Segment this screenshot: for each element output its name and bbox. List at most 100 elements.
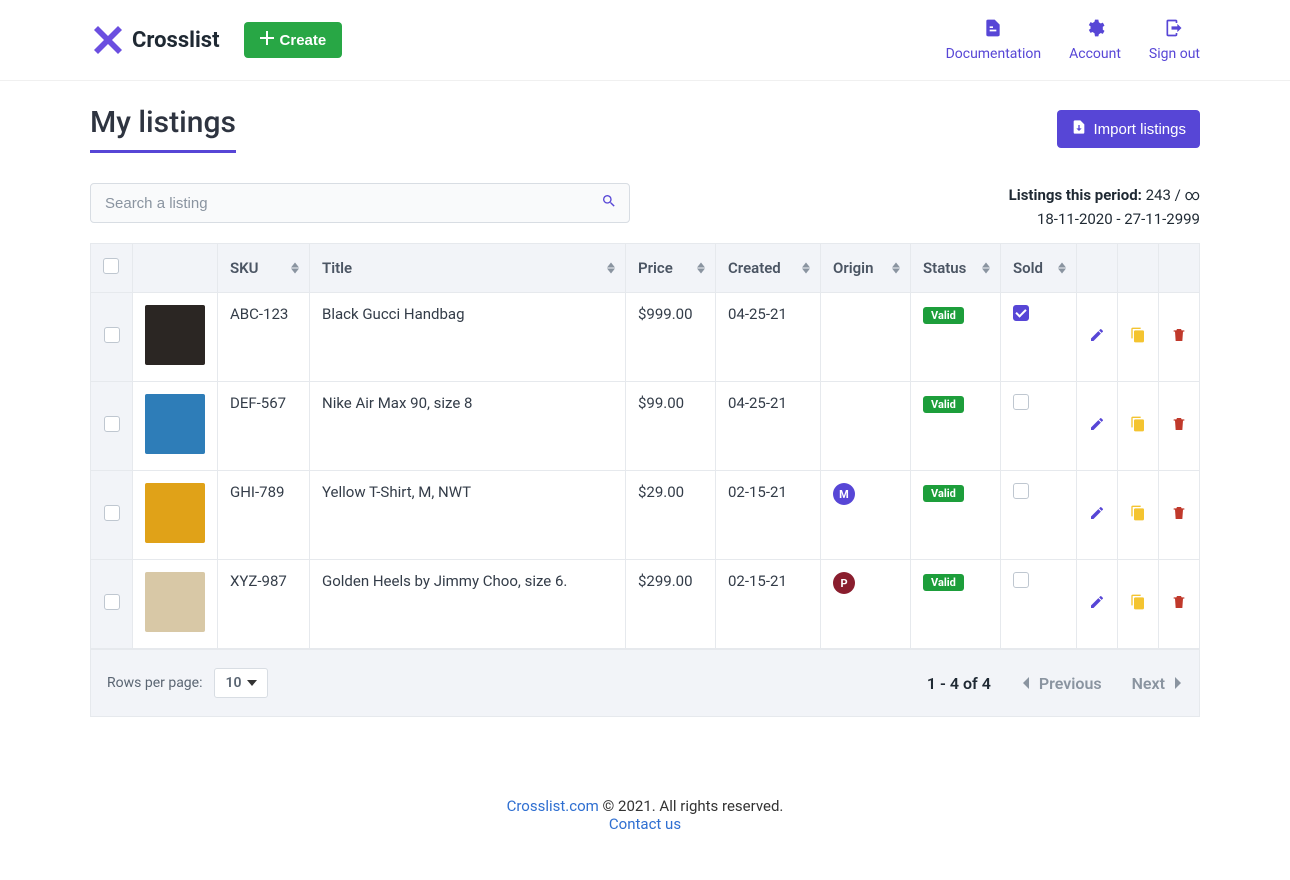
prev-page[interactable]: Previous	[1021, 674, 1102, 693]
sort-icon	[982, 263, 990, 274]
edit-button[interactable]	[1089, 329, 1105, 347]
brand-logo[interactable]: Crosslist	[90, 22, 220, 58]
delete-button[interactable]	[1171, 329, 1187, 347]
cell-sold	[1001, 560, 1077, 649]
import-listings-label: Import listings	[1093, 121, 1186, 138]
search-button[interactable]	[589, 184, 629, 222]
sort-icon	[1058, 263, 1066, 274]
row-select-checkbox[interactable]	[104, 505, 120, 521]
select-all-checkbox[interactable]	[103, 258, 119, 274]
cell-origin	[821, 382, 911, 471]
edit-button[interactable]	[1089, 418, 1105, 436]
cell-price: $999.00	[626, 293, 716, 382]
col-status[interactable]: Status	[911, 244, 1001, 293]
nav-account[interactable]: Account	[1069, 18, 1121, 62]
page-header: My listings Import listings	[90, 105, 1200, 153]
sold-checkbox[interactable]	[1013, 483, 1029, 499]
search-input[interactable]	[91, 195, 589, 212]
table-row: GHI-789 Yellow T-Shirt, M, NWT $29.00 02…	[91, 471, 1199, 560]
origin-badge: P	[833, 572, 855, 594]
cell-created: 04-25-21	[716, 382, 821, 471]
cell-sku: XYZ-987	[218, 560, 310, 649]
edit-button[interactable]	[1089, 507, 1105, 525]
status-badge: Valid	[923, 485, 964, 502]
chevron-down-icon	[247, 680, 257, 686]
next-page[interactable]: Next	[1132, 674, 1183, 693]
row-select-checkbox[interactable]	[104, 416, 120, 432]
col-check	[91, 244, 133, 293]
cell-sku: GHI-789	[218, 471, 310, 560]
stats-limit: ∞	[1185, 186, 1200, 204]
row-select-checkbox[interactable]	[104, 327, 120, 343]
cell-title: Black Gucci Handbag	[310, 293, 626, 382]
status-badge: Valid	[923, 307, 964, 324]
create-button[interactable]: Create	[244, 22, 343, 58]
listing-thumbnail[interactable]	[145, 394, 205, 454]
col-thumb	[133, 244, 218, 293]
footer: Crosslist.com © 2021. All rights reserve…	[0, 757, 1290, 863]
duplicate-button[interactable]	[1130, 329, 1146, 347]
col-sku[interactable]: SKU	[218, 244, 310, 293]
cell-origin	[821, 293, 911, 382]
rpp-label: Rows per page:	[107, 675, 202, 691]
brand-name: Crosslist	[132, 28, 220, 53]
edit-button[interactable]	[1089, 596, 1105, 614]
sort-icon	[802, 263, 810, 274]
col-price[interactable]: Price	[626, 244, 716, 293]
search-box	[90, 183, 630, 223]
delete-button[interactable]	[1171, 507, 1187, 525]
delete-button[interactable]	[1171, 596, 1187, 614]
cell-title: Yellow T-Shirt, M, NWT	[310, 471, 626, 560]
col-title[interactable]: Title	[310, 244, 626, 293]
rpp-value: 10	[225, 675, 241, 691]
create-label: Create	[280, 32, 327, 49]
col-delete	[1159, 244, 1199, 293]
sold-checkbox[interactable]	[1013, 572, 1029, 588]
cell-sold	[1001, 382, 1077, 471]
cell-status: Valid	[911, 293, 1001, 382]
logo-mark-icon	[90, 22, 126, 58]
sold-checkbox[interactable]	[1013, 394, 1029, 410]
delete-button[interactable]	[1171, 418, 1187, 436]
import-listings-button[interactable]: Import listings	[1057, 110, 1200, 148]
nav-account-label: Account	[1069, 46, 1121, 62]
duplicate-button[interactable]	[1130, 418, 1146, 436]
footer-link-contact[interactable]: Contact us	[609, 815, 681, 833]
nav-documentation[interactable]: Documentation	[946, 18, 1042, 62]
nav-signout[interactable]: Sign out	[1149, 18, 1200, 62]
footer-link-site[interactable]: Crosslist.com	[507, 797, 599, 815]
table-row: ABC-123 Black Gucci Handbag $999.00 04-2…	[91, 293, 1199, 382]
cell-status: Valid	[911, 471, 1001, 560]
cell-origin: P	[821, 560, 911, 649]
listings-table: SKU Title Price Created Origin	[90, 243, 1200, 650]
rows-per-page: Rows per page: 10	[107, 668, 268, 698]
navbar-left: Crosslist Create	[90, 22, 342, 58]
listing-thumbnail[interactable]	[145, 572, 205, 632]
listing-thumbnail[interactable]	[145, 305, 205, 365]
duplicate-button[interactable]	[1130, 596, 1146, 614]
cell-sku: DEF-567	[218, 382, 310, 471]
plus-icon	[260, 31, 274, 49]
status-badge: Valid	[923, 574, 964, 591]
col-origin[interactable]: Origin	[821, 244, 911, 293]
rpp-select[interactable]: 10	[214, 668, 268, 698]
col-sold[interactable]: Sold	[1001, 244, 1077, 293]
cell-price: $299.00	[626, 560, 716, 649]
sort-icon	[892, 263, 900, 274]
row-select-checkbox[interactable]	[104, 594, 120, 610]
cell-title: Golden Heels by Jimmy Choo, size 6.	[310, 560, 626, 649]
duplicate-button[interactable]	[1130, 507, 1146, 525]
col-edit	[1077, 244, 1118, 293]
listing-thumbnail[interactable]	[145, 483, 205, 543]
col-copy	[1118, 244, 1159, 293]
file-import-icon	[1071, 119, 1087, 139]
chevron-right-icon	[1173, 674, 1183, 693]
nav-signout-label: Sign out	[1149, 46, 1200, 62]
cell-price: $99.00	[626, 382, 716, 471]
sold-checkbox[interactable]	[1013, 305, 1029, 321]
listings-stats: Listings this period: 243 / ∞ 18-11-2020…	[1009, 183, 1200, 231]
cell-created: 04-25-21	[716, 293, 821, 382]
page-range: 1 - 4 of 4	[927, 674, 991, 693]
sort-icon	[607, 263, 615, 274]
col-created[interactable]: Created	[716, 244, 821, 293]
